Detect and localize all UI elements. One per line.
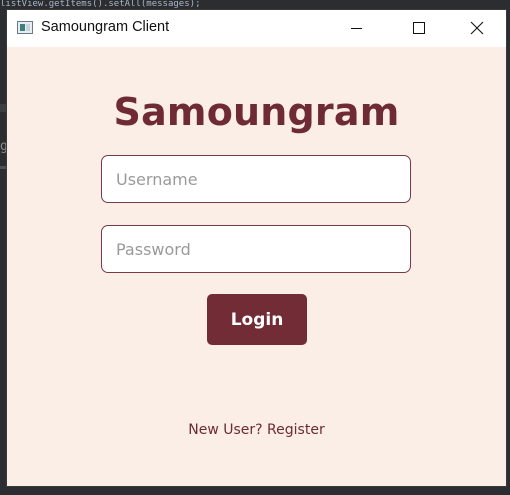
close-icon (470, 21, 484, 35)
ide-code-line: listView.getItems().setAll(messages); (0, 0, 201, 9)
register-link[interactable]: New User? Register (7, 422, 506, 438)
close-button[interactable] (454, 10, 500, 47)
minimize-icon (351, 28, 362, 29)
ide-bottom-area (0, 486, 510, 495)
login-button[interactable]: Login (207, 294, 307, 345)
app-icon-panel (26, 24, 30, 31)
password-input[interactable] (101, 225, 411, 273)
title-bar[interactable]: Samoungram Client (7, 10, 506, 47)
username-input[interactable] (101, 155, 411, 203)
maximize-icon (413, 22, 425, 34)
minimize-button[interactable] (333, 10, 379, 47)
window-title: Samoungram Client (41, 19, 170, 35)
maximize-button[interactable] (395, 10, 441, 47)
window-app-icon[interactable] (17, 21, 33, 34)
app-window: Samoungram Client Samoungram Login New U… (7, 10, 506, 486)
app-heading: Samoungram (113, 90, 400, 134)
app-icon-panel (20, 24, 25, 31)
